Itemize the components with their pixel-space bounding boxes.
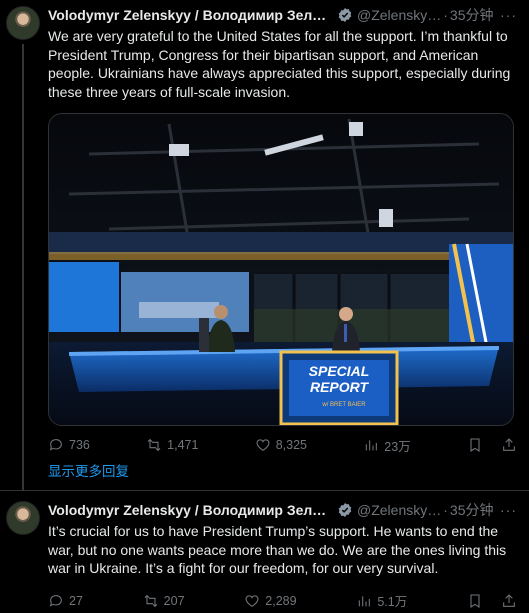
heart-icon bbox=[256, 439, 270, 452]
views-button[interactable]: 23万 bbox=[363, 436, 411, 455]
separator-dot: · bbox=[443, 7, 448, 23]
post-time[interactable]: 35分钟 bbox=[450, 500, 494, 520]
like-button[interactable]: 8,325 bbox=[255, 437, 307, 453]
post-text: It’s crucial for us to have President Tr… bbox=[48, 523, 511, 577]
bookmark-button[interactable] bbox=[467, 593, 483, 609]
avatar-column bbox=[6, 6, 40, 40]
author-handle[interactable]: @Zelensky… bbox=[357, 7, 441, 23]
tv-studio-photo: SPECIAL REPORT w/ BRET BAIER bbox=[49, 114, 513, 426]
more-options-icon[interactable]: ··· bbox=[500, 7, 517, 23]
reply-button[interactable]: 27 bbox=[48, 593, 83, 609]
post-header: Volodymyr Zelenskyy / Володимир Зелен… @… bbox=[48, 499, 517, 521]
author-name[interactable]: Volodymyr Zelenskyy / Володимир Зелен… bbox=[48, 7, 333, 23]
repost-button[interactable]: 207 bbox=[143, 593, 185, 609]
analytics-icon bbox=[366, 440, 378, 451]
like-count: 2,289 bbox=[265, 593, 297, 608]
banner-line-2: REPORT bbox=[310, 379, 370, 395]
author-name[interactable]: Volodymyr Zelenskyy / Володимир Зелен… bbox=[48, 502, 333, 518]
action-right-group bbox=[467, 593, 517, 609]
view-count: 5.1万 bbox=[377, 595, 408, 610]
verified-badge-icon bbox=[338, 503, 352, 517]
reply-count: 27 bbox=[69, 593, 83, 608]
like-button[interactable]: 2,289 bbox=[244, 593, 297, 609]
avatar-column bbox=[6, 501, 40, 535]
post-divider bbox=[0, 490, 529, 491]
post-actions: 27 207 2,289 5.1万 bbox=[48, 586, 517, 613]
reply-icon bbox=[49, 439, 62, 452]
repost-count: 1,471 bbox=[167, 438, 199, 453]
post-header: Volodymyr Zelenskyy / Володимир Зелен… @… bbox=[48, 4, 517, 26]
action-right-group bbox=[467, 437, 517, 453]
thread-line bbox=[22, 44, 24, 490]
post-time[interactable]: 35分钟 bbox=[450, 5, 494, 25]
bookmark-icon bbox=[470, 438, 480, 453]
post-text: We are very grateful to the United State… bbox=[48, 28, 515, 100]
repost-icon bbox=[147, 439, 161, 452]
post-content: Volodymyr Zelenskyy / Володимир Зелен… @… bbox=[48, 499, 517, 613]
more-options-icon[interactable]: ··· bbox=[500, 502, 517, 518]
avatar[interactable] bbox=[6, 6, 40, 40]
like-count: 8,325 bbox=[275, 438, 307, 453]
separator-dot: · bbox=[443, 502, 448, 518]
share-button[interactable] bbox=[501, 437, 517, 453]
post-2[interactable]: Volodymyr Zelenskyy / Володимир Зелен… @… bbox=[0, 495, 529, 613]
reply-count: 736 bbox=[69, 438, 90, 453]
bookmark-button[interactable] bbox=[467, 437, 483, 453]
views-button[interactable]: 5.1万 bbox=[356, 591, 407, 610]
author-handle[interactable]: @Zelensky… bbox=[357, 502, 441, 518]
view-count: 23万 bbox=[384, 439, 411, 454]
share-icon bbox=[503, 438, 515, 452]
share-button[interactable] bbox=[501, 593, 517, 609]
show-more-replies-link[interactable]: 显示更多回复 bbox=[48, 460, 129, 480]
repost-icon bbox=[144, 594, 158, 607]
avatar[interactable] bbox=[6, 501, 40, 535]
bookmark-icon bbox=[470, 594, 480, 608]
repost-button[interactable]: 1,471 bbox=[146, 437, 198, 453]
repost-count: 207 bbox=[163, 593, 185, 608]
banner-line-3: w/ BRET BAIER bbox=[321, 402, 366, 408]
analytics-icon bbox=[359, 596, 371, 607]
heart-icon bbox=[245, 595, 259, 607]
post-content: Volodymyr Zelenskyy / Володимир Зелен… @… bbox=[48, 4, 517, 460]
verified-badge-icon bbox=[338, 8, 352, 22]
post-1[interactable]: Volodymyr Zelenskyy / Володимир Зелен… @… bbox=[0, 0, 529, 490]
share-icon bbox=[503, 594, 515, 607]
reply-icon bbox=[49, 594, 62, 607]
reply-button[interactable]: 736 bbox=[48, 437, 90, 453]
post-media-image[interactable]: SPECIAL REPORT w/ BRET BAIER bbox=[48, 113, 514, 427]
post-actions: 736 1,471 8,325 23万 bbox=[48, 430, 517, 460]
banner-line-1: SPECIAL bbox=[309, 363, 370, 379]
